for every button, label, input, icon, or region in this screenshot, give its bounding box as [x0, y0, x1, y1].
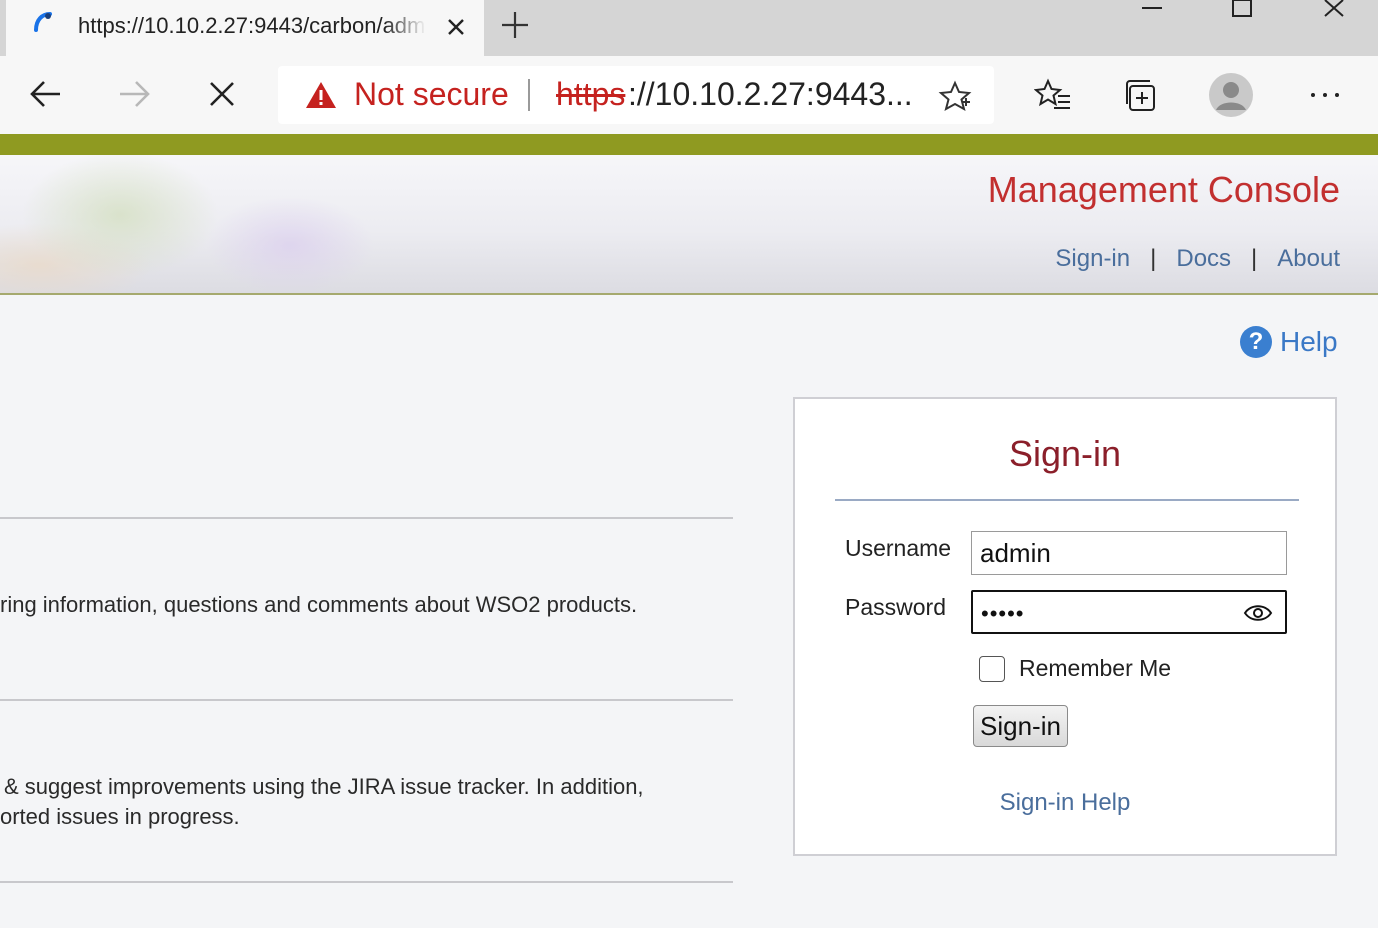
password-label: Password: [845, 594, 946, 620]
favorites-list-icon[interactable]: [1034, 76, 1072, 114]
tab-close-icon[interactable]: [442, 13, 470, 41]
browser-tab[interactable]: https://10.10.2.27:9443/carbon/admin/log…: [6, 0, 484, 56]
back-arrow-icon[interactable]: [26, 74, 66, 114]
new-tab-plus-icon[interactable]: [498, 8, 532, 42]
header-about-link[interactable]: About: [1277, 245, 1340, 273]
header-nav: Sign-in | Docs | About: [1055, 245, 1340, 273]
address-separator: [528, 79, 530, 111]
brand-color-bar: [0, 134, 1378, 155]
warning-triangle-icon[interactable]: [304, 80, 338, 110]
more-ellipsis-icon[interactable]: [1306, 76, 1344, 114]
username-label: Username: [845, 535, 952, 561]
add-favorite-star-icon[interactable]: [938, 80, 972, 112]
help-label: Help: [1280, 326, 1338, 357]
tab-title: https://10.10.2.27:9443/carbon/admin/log…: [78, 13, 426, 38]
signin-title-rule: [835, 499, 1299, 501]
window-minimize-icon[interactable]: [1132, 0, 1172, 24]
window-maximize-icon[interactable]: [1222, 0, 1262, 24]
browser-toolbar: Not secure https ://10.10.2.27:9443...: [0, 56, 1378, 134]
nav-separator: |: [1251, 245, 1258, 272]
remember-me-label[interactable]: Remember Me: [1019, 655, 1171, 682]
content-text-line: ring information, questions and comments…: [0, 592, 638, 617]
collections-icon[interactable]: [1122, 76, 1160, 114]
signin-help-link[interactable]: Sign-in Help: [795, 789, 1335, 817]
address-bar[interactable]: Not secure https ://10.10.2.27:9443...: [278, 66, 994, 124]
window-close-icon[interactable]: [1314, 0, 1354, 24]
stop-loading-icon[interactable]: [202, 74, 242, 114]
divider: [0, 881, 733, 883]
divider: [0, 517, 733, 519]
password-masked-value: •••••: [981, 601, 1025, 626]
url-text[interactable]: ://10.10.2.27:9443...: [628, 76, 913, 113]
console-title: Management Console: [987, 169, 1340, 210]
profile-avatar-icon[interactable]: [1208, 72, 1254, 118]
remember-me-row: Remember Me: [979, 655, 1171, 682]
page-header: Management Console Sign-in | Docs | Abou…: [0, 155, 1378, 295]
remember-me-checkbox[interactable]: [979, 655, 1005, 682]
help-question-icon: ?: [1240, 326, 1272, 358]
header-signin-link[interactable]: Sign-in: [1055, 245, 1130, 273]
site-favicon-icon: [34, 12, 52, 32]
password-input[interactable]: •••••: [971, 590, 1287, 634]
header-docs-link[interactable]: Docs: [1176, 245, 1231, 273]
signin-panel: Sign-in Username admin Password ••••• Re…: [793, 397, 1337, 856]
help-link[interactable]: ? Help: [1240, 326, 1338, 358]
signin-title: Sign-in: [1008, 433, 1122, 474]
browser-tab-strip: https://10.10.2.27:9443/carbon/admin/log…: [0, 0, 1378, 56]
forward-arrow-icon[interactable]: [114, 74, 154, 114]
divider: [0, 699, 733, 701]
show-password-eye-icon[interactable]: [1243, 602, 1273, 624]
not-secure-label[interactable]: Not secure: [354, 76, 509, 113]
content-text-line: orted issues in progress.: [0, 804, 240, 829]
url-scheme[interactable]: https: [556, 76, 625, 113]
content-text-line: & suggest improvements using the JIRA is…: [4, 774, 644, 799]
signin-button[interactable]: Sign-in: [973, 705, 1068, 747]
username-input[interactable]: admin: [971, 531, 1287, 575]
nav-separator: |: [1150, 245, 1157, 272]
